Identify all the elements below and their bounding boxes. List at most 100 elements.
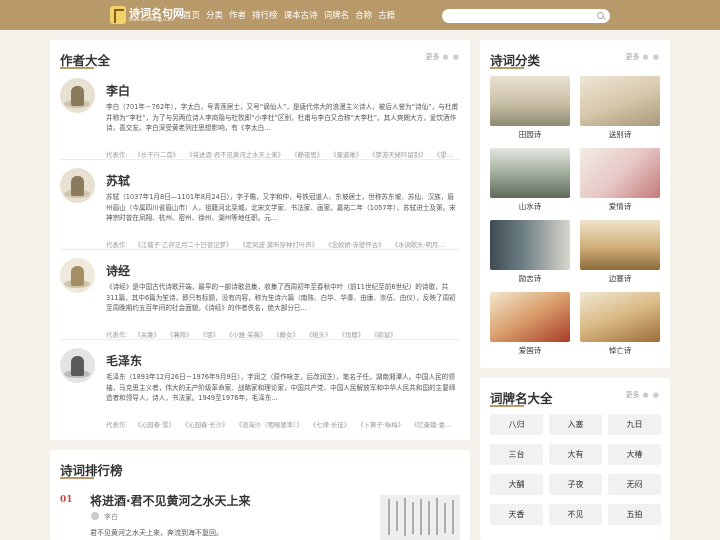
works-prefix: 代表作: (106, 331, 128, 339)
author-name[interactable]: 李白 (106, 82, 130, 99)
category-label[interactable]: 爱情诗 (580, 201, 660, 212)
cipai-more-link[interactable]: 更多 ● ● (626, 390, 660, 400)
work-link[interactable]: 《静女》 (273, 331, 299, 339)
work-link[interactable]: 《氓》 (200, 331, 219, 339)
work-link[interactable]: 《蜀道难》 (330, 151, 362, 159)
author-avatar (60, 78, 95, 113)
divider (60, 339, 460, 340)
category-label[interactable]: 田园诗 (490, 129, 570, 140)
author-item[interactable]: 诗经 《诗经》是中国古代诗歌开端，最早的一部诗歌总集，收集了西周初年至春秋中叶（… (60, 258, 460, 348)
work-link[interactable]: 《望... (434, 151, 453, 159)
category-image (580, 148, 660, 198)
work-link[interactable]: 《定风波·莫听穿林打叶声》 (239, 241, 318, 249)
author-name[interactable]: 诗经 (106, 262, 130, 279)
work-link[interactable]: 《关雎》 (134, 331, 160, 339)
nav-home[interactable]: 首页 (183, 9, 200, 21)
category-tile[interactable]: 边塞诗 (580, 220, 660, 283)
category-card: 诗词分类 更多 ● ● 田园诗 送别诗 山水诗 爱情诗 励志诗 边塞诗 爱国诗 悼… (480, 40, 670, 368)
work-link[interactable]: 《忆秦娥·娄... (411, 421, 451, 429)
cipai-tag[interactable]: 天香 (490, 504, 543, 525)
calligraphy-image (380, 495, 460, 540)
cipai-tag[interactable]: 五拍 (608, 504, 661, 525)
divider (60, 249, 460, 250)
rank-poem-author[interactable]: 李白 (104, 512, 118, 522)
site-logo[interactable]: 诗词名句网 Www.ShiCiMingJu.Com (110, 6, 184, 24)
work-link[interactable]: 《念奴娇·赤壁怀古》 (325, 241, 385, 249)
rank-poem-excerpt: 君不见黄河之水天上来，奔流到海不复回。 (90, 529, 223, 537)
work-link[interactable]: 《硕鼠》 (371, 331, 397, 339)
work-link[interactable]: 《卜算子·咏梅》 (357, 421, 404, 429)
category-label[interactable]: 励志诗 (490, 273, 570, 284)
cipai-tag[interactable]: 大酺 (490, 474, 543, 495)
cipai-tag[interactable]: 子夜 (549, 474, 602, 495)
category-image (490, 148, 570, 198)
cipai-tag[interactable]: 八归 (490, 414, 543, 435)
work-link[interactable]: 《伐檀》 (338, 331, 364, 339)
category-tile[interactable]: 悼亡诗 (580, 292, 660, 355)
category-image (580, 76, 660, 126)
author-item[interactable]: 李白 李白（701年－762年），字太白，号青莲居士，又号“谪仙人”，是唐代伟大… (60, 78, 460, 168)
category-label[interactable]: 悼亡诗 (580, 345, 660, 356)
nav-authors[interactable]: 作者 (229, 9, 246, 21)
nav-category[interactable]: 分类 (206, 9, 223, 21)
work-link[interactable]: 《将进酒·君不见黄河之水天上来》 (186, 151, 284, 159)
cipai-card: 词牌名大全 更多 ● ● 八归 入塞 九日 三台 大有 大椿 大酺 子夜 无闷 天… (480, 378, 670, 540)
work-link[interactable]: 《浪淘沙（咽喉要率）》 (236, 421, 303, 429)
search-icon[interactable] (597, 12, 604, 19)
work-link[interactable]: 《长干行二首》 (134, 151, 179, 159)
cipai-tag[interactable]: 无闷 (608, 474, 661, 495)
category-tile[interactable]: 爱情诗 (580, 148, 660, 211)
logo-subtext: Www.ShiCiMingJu.Com (129, 17, 175, 22)
nav-collective-names[interactable]: 合称 (355, 9, 372, 21)
category-label[interactable]: 爱国诗 (490, 345, 570, 356)
more-dots-icon: ● ● (642, 53, 660, 61)
nav-textbook-poems[interactable]: 课本古诗 (284, 9, 318, 21)
cipai-tag[interactable]: 入塞 (549, 414, 602, 435)
nav-ranking[interactable]: 排行榜 (252, 9, 278, 21)
cipai-tag[interactable]: 九日 (608, 414, 661, 435)
author-description: 《诗经》是中国古代诗歌开端，最早的一部诗歌总集，收集了西周初年至春秋中叶（前11… (106, 283, 456, 312)
category-tile[interactable]: 田园诗 (490, 76, 570, 139)
category-label[interactable]: 送别诗 (580, 129, 660, 140)
category-label[interactable]: 山水诗 (490, 201, 570, 212)
nav-ancient-books[interactable]: 古籍 (378, 9, 395, 21)
author-description: 李白（701年－762年），字太白，号青莲居士，又号“谪仙人”，是唐代伟大的浪漫… (106, 103, 459, 132)
author-works: 代表作: 《沁园春·雪》 《沁园春·长沙》 《浪淘沙（咽喉要率）》 《七律·长征… (106, 420, 460, 430)
work-link[interactable]: 《蒹葭》 (167, 331, 193, 339)
author-avatar (60, 348, 95, 383)
cipai-tag[interactable]: 不见 (549, 504, 602, 525)
rank-poem-title[interactable]: 将进酒·君不见黄河之水天上来 (90, 492, 251, 509)
author-description: 毛泽东（1893年12月26日－1976年9月9日），字润之（原作咏芝，后改润芝… (106, 373, 456, 402)
work-link[interactable]: 《小雅·采薇》 (226, 331, 266, 339)
author-name[interactable]: 毛泽东 (106, 352, 142, 369)
title-underline (60, 477, 94, 479)
category-image (490, 220, 570, 270)
author-name[interactable]: 苏轼 (106, 172, 130, 189)
category-tile[interactable]: 励志诗 (490, 220, 570, 283)
author-item[interactable]: 苏轼 苏轼（1037年1月8日—1101年8月24日），字子瞻，又字和仲，号铁冠… (60, 168, 460, 258)
work-link[interactable]: 《七律·长征》 (310, 421, 350, 429)
work-link[interactable]: 《静夜思》 (291, 151, 323, 159)
cipai-tag[interactable]: 大有 (549, 444, 602, 465)
work-link[interactable]: 《梦游天姥吟留别》 (369, 151, 427, 159)
category-tile[interactable]: 送别诗 (580, 76, 660, 139)
authors-more-link[interactable]: 更多 ● ● (426, 52, 460, 62)
divider (60, 159, 460, 160)
category-tile[interactable]: 山水诗 (490, 148, 570, 211)
work-link[interactable]: 《江城子·乙卯正月二十日夜记梦》 (134, 241, 232, 249)
work-link[interactable]: 《桃夭》 (306, 331, 332, 339)
work-link[interactable]: 《水调歌头·明月... (392, 241, 445, 249)
category-label[interactable]: 边塞诗 (580, 273, 660, 284)
category-tile[interactable]: 爱国诗 (490, 292, 570, 355)
nav-cipai[interactable]: 词牌名 (324, 9, 350, 21)
search-input[interactable] (442, 9, 610, 23)
cipai-tag[interactable]: 大椿 (608, 444, 661, 465)
category-image (580, 292, 660, 342)
author-item[interactable]: 毛泽东 毛泽东（1893年12月26日－1976年9月9日），字润之（原作咏芝，… (60, 348, 460, 438)
cipai-tag[interactable]: 三台 (490, 444, 543, 465)
more-dots-icon: ● ● (642, 391, 660, 399)
top-navbar: 诗词名句网 Www.ShiCiMingJu.Com 首页 分类 作者 排行榜 课… (0, 0, 720, 30)
work-link[interactable]: 《沁园春·长沙》 (182, 421, 229, 429)
category-more-link[interactable]: 更多 ● ● (626, 52, 660, 62)
work-link[interactable]: 《沁园春·雪》 (134, 421, 174, 429)
